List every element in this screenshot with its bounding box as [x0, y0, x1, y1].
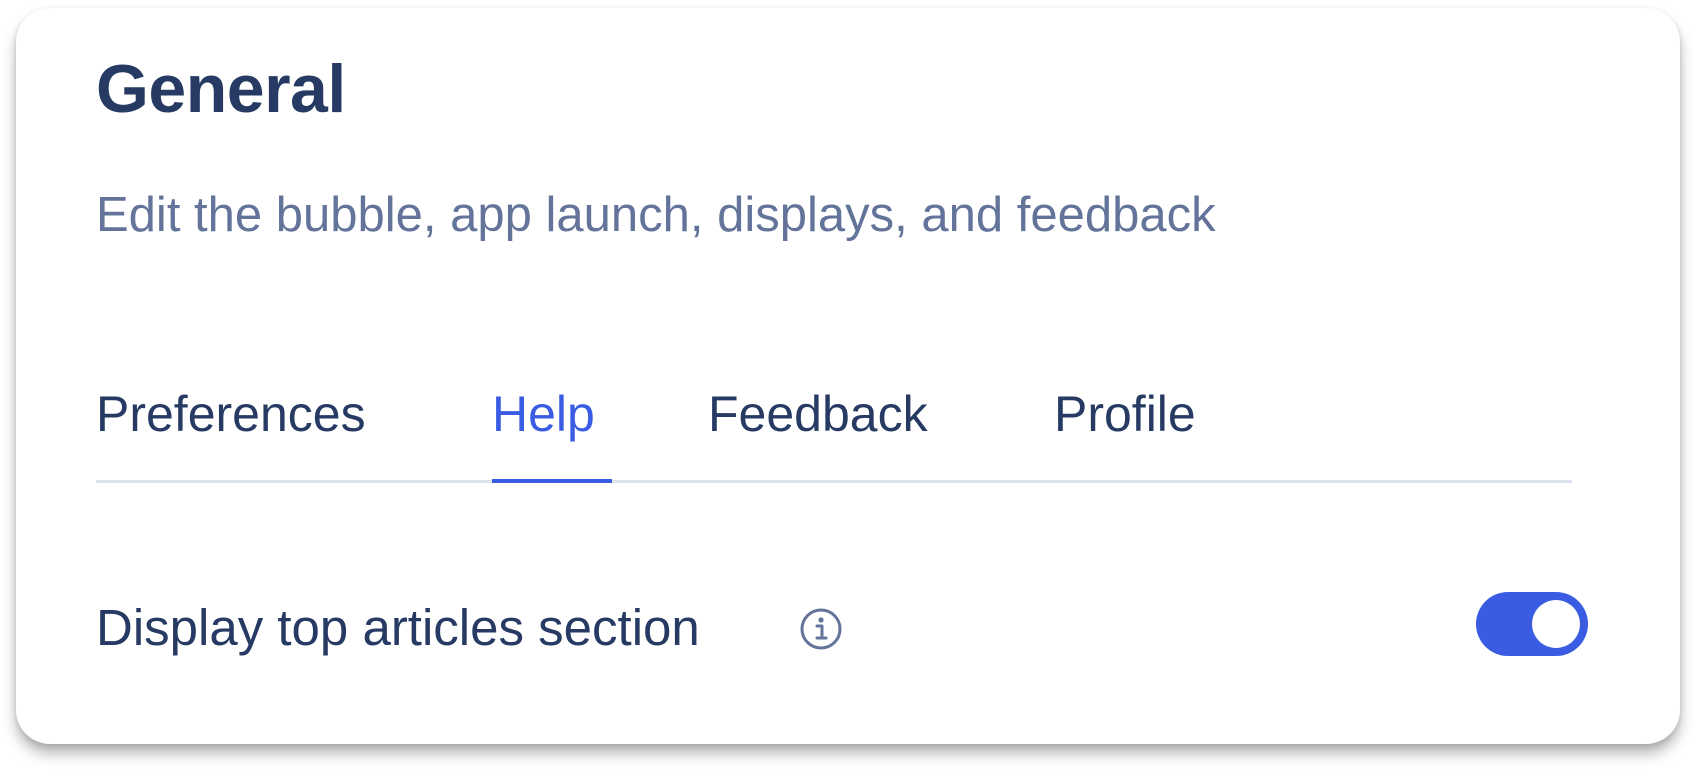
settings-card: General Edit the bubble, app launch, dis…	[16, 8, 1680, 744]
info-icon[interactable]	[799, 607, 843, 651]
panel-subtitle: Edit the bubble, app launch, displays, a…	[96, 188, 1216, 242]
tab-profile[interactable]: Profile	[1054, 378, 1219, 480]
tab-help[interactable]: Help	[492, 378, 612, 483]
panel-title: General	[96, 51, 346, 127]
setting-row-top-articles: Display top articles section	[96, 588, 1588, 668]
tab-bar: Preferences Help Feedback Profile	[96, 378, 1572, 483]
setting-label: Display top articles section	[96, 599, 700, 656]
top-articles-toggle[interactable]	[1476, 592, 1588, 656]
toggle-knob	[1532, 600, 1580, 648]
tab-feedback[interactable]: Feedback	[708, 378, 953, 480]
tab-preferences[interactable]: Preferences	[96, 378, 396, 480]
